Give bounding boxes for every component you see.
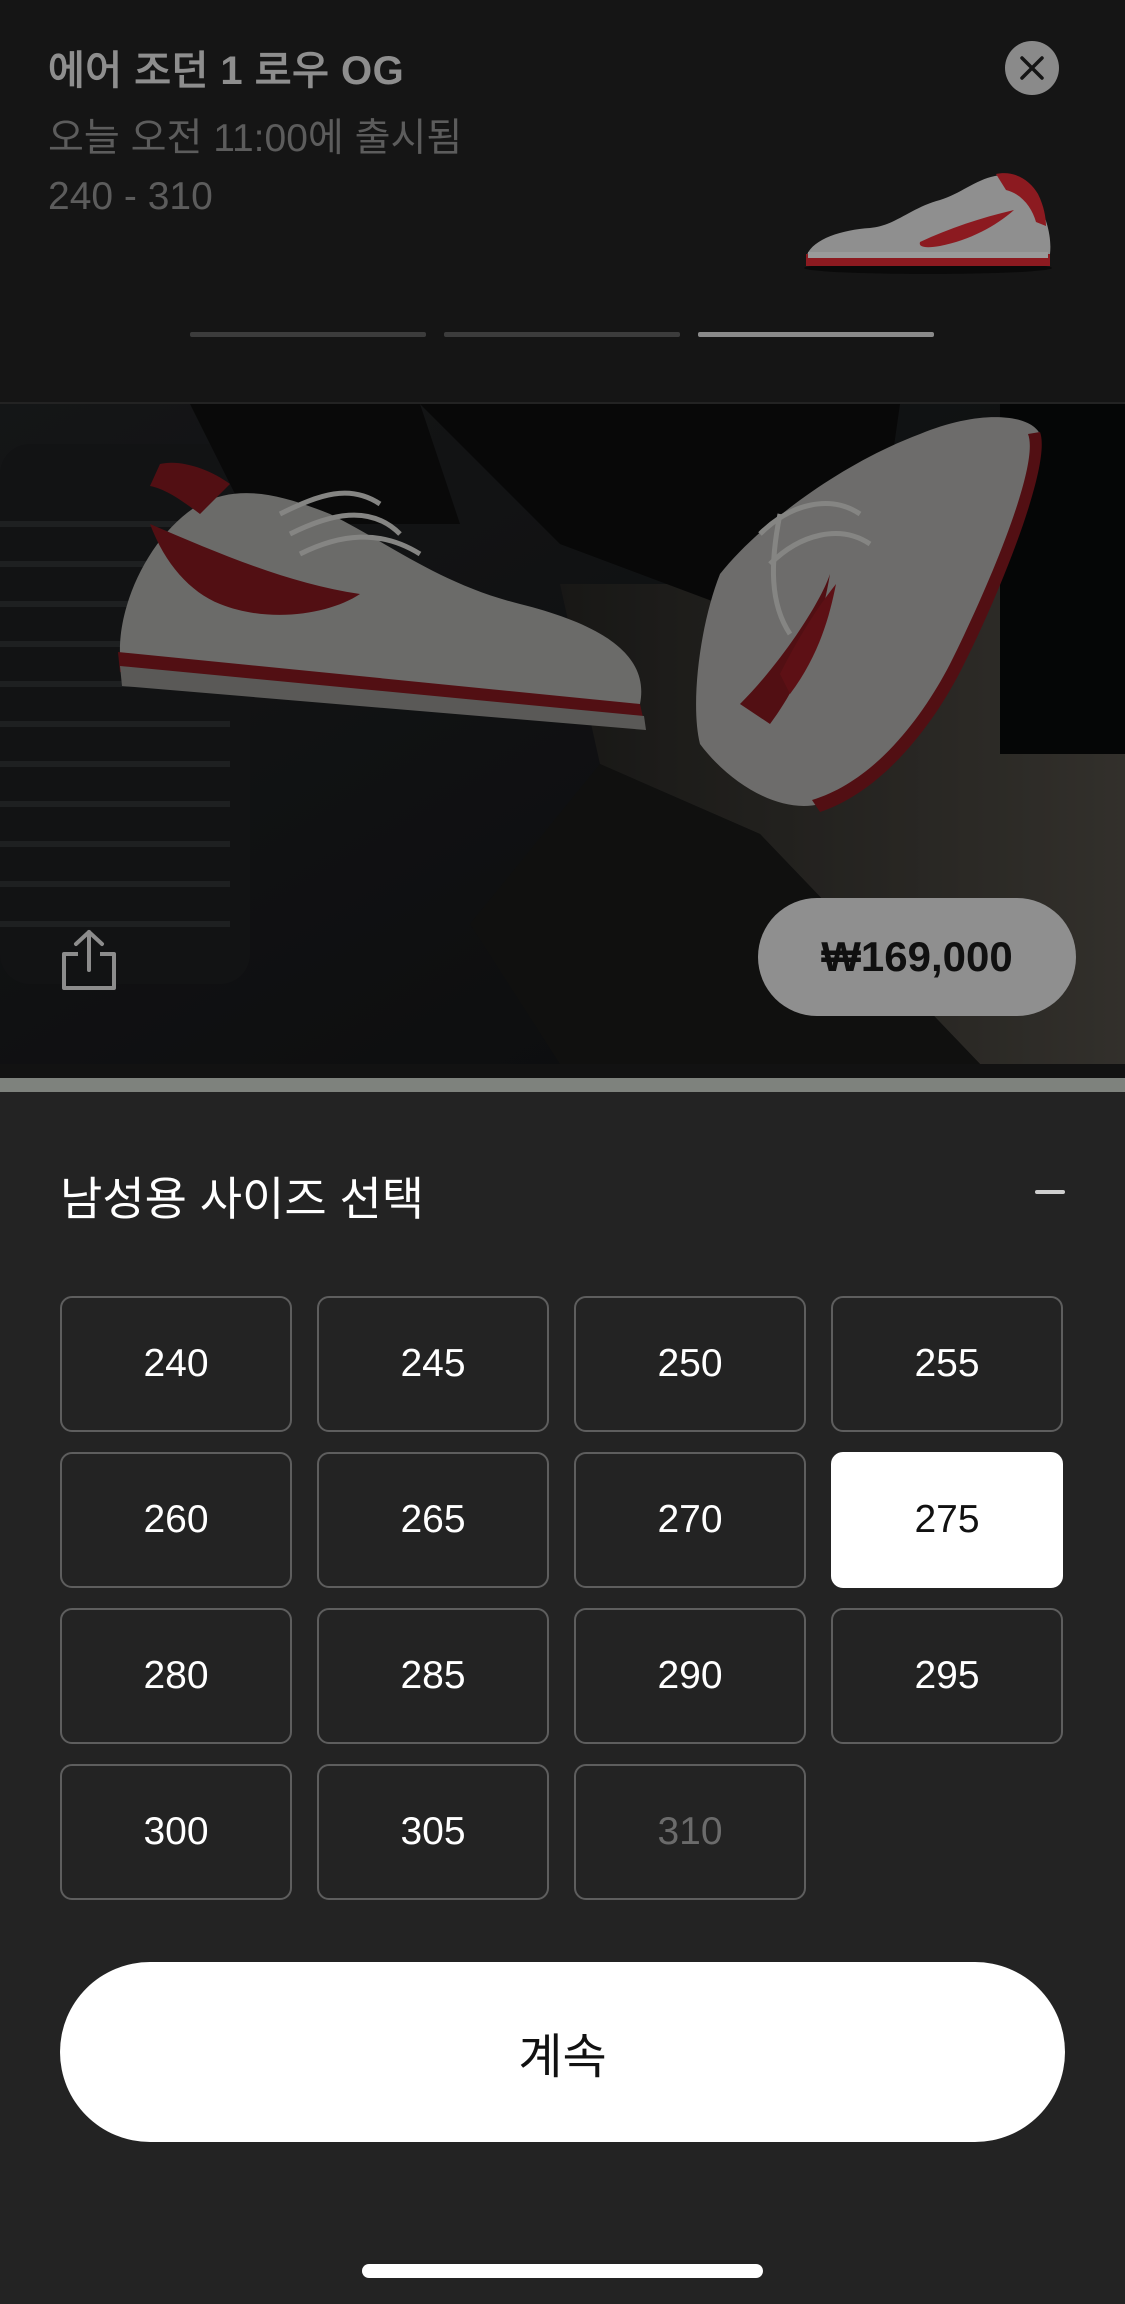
size-option-265[interactable]: 265 xyxy=(317,1452,549,1588)
product-thumbnail xyxy=(804,173,1052,274)
product-hero-image: ₩169,000 xyxy=(0,404,1125,1064)
size-option-305[interactable]: 305 xyxy=(317,1764,549,1900)
size-option-310: 310 xyxy=(574,1764,806,1900)
continue-button[interactable]: 계속 xyxy=(60,1962,1065,2142)
size-option-255[interactable]: 255 xyxy=(831,1296,1063,1432)
size-option-250[interactable]: 250 xyxy=(574,1296,806,1432)
minus-icon[interactable] xyxy=(1034,1180,1066,1204)
size-grid: 240 245 250 255 260 265 270 275 280 285 … xyxy=(60,1296,1065,1900)
home-indicator[interactable] xyxy=(362,2264,763,2278)
product-title: 에어 조던 1 로우 OG xyxy=(48,49,405,93)
size-range-text: 240 - 310 xyxy=(48,175,213,218)
story-progress-segment-1 xyxy=(190,332,426,337)
close-icon xyxy=(1020,56,1044,80)
size-option-270[interactable]: 270 xyxy=(574,1452,806,1588)
size-option-290[interactable]: 290 xyxy=(574,1608,806,1744)
size-option-280[interactable]: 280 xyxy=(60,1608,292,1744)
share-icon[interactable] xyxy=(54,926,124,996)
size-option-245[interactable]: 245 xyxy=(317,1296,549,1432)
story-progress-segment-3 xyxy=(698,332,934,337)
product-header: 에어 조던 1 로우 OG 오늘 오전 11:00에 출시됨 240 - 310 xyxy=(0,0,1125,402)
price-badge: ₩169,000 xyxy=(758,898,1076,1016)
size-option-300[interactable]: 300 xyxy=(60,1764,292,1900)
close-button[interactable] xyxy=(1005,41,1059,95)
size-option-240[interactable]: 240 xyxy=(60,1296,292,1432)
story-progress-segment-2 xyxy=(444,332,680,337)
size-option-295[interactable]: 295 xyxy=(831,1608,1063,1744)
size-option-285[interactable]: 285 xyxy=(317,1608,549,1744)
size-sheet-title: 남성용 사이즈 선택 xyxy=(60,1173,425,1225)
size-selection-screen: 에어 조던 1 로우 OG 오늘 오전 11:00에 출시됨 240 - 310 xyxy=(0,0,1125,2304)
hero-strip xyxy=(0,1078,1125,1092)
hero-divider xyxy=(0,1064,1125,1078)
release-time-text: 오늘 오전 11:00에 출시됨 xyxy=(48,117,463,160)
size-option-275[interactable]: 275 xyxy=(831,1452,1063,1588)
size-option-260[interactable]: 260 xyxy=(60,1452,292,1588)
